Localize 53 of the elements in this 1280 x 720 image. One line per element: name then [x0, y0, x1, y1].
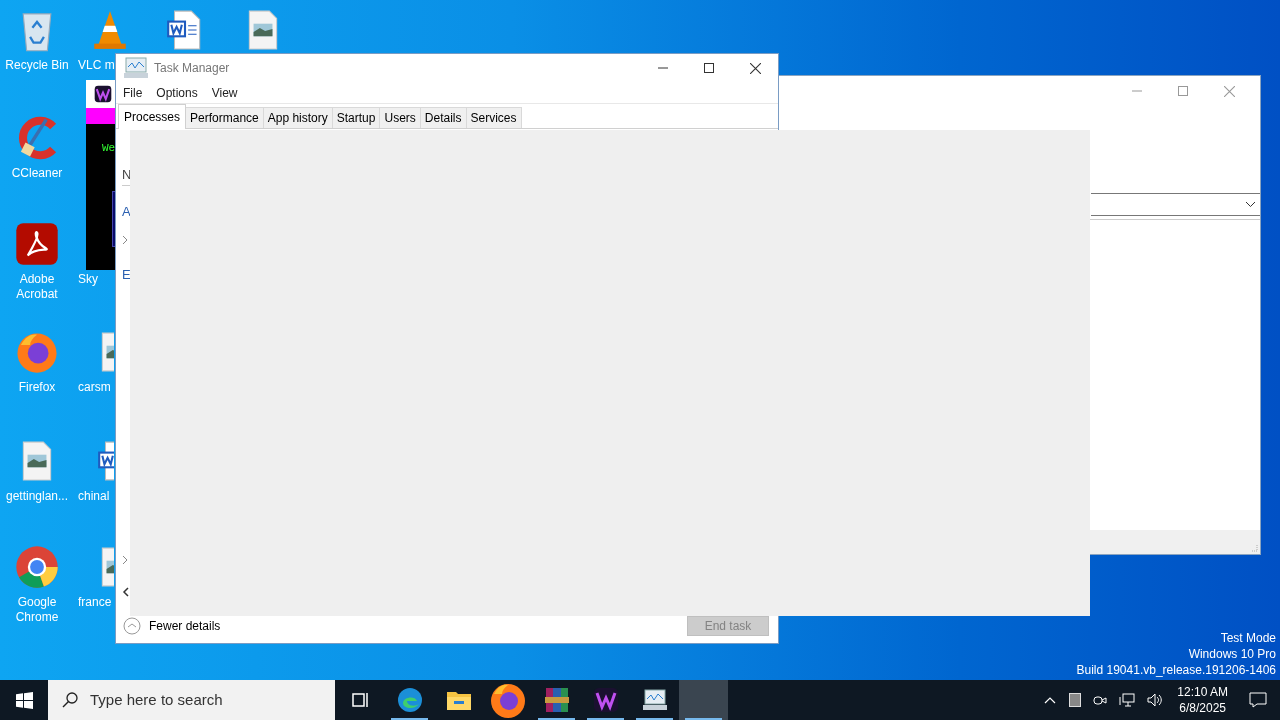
- tab[interactable]: Details: [420, 107, 467, 128]
- scroll-left-icon[interactable]: [122, 586, 129, 597]
- running-indicator: [587, 718, 624, 720]
- group-label: E: [122, 266, 132, 284]
- os-info-text: Build 19041.vb_release.191206-1406: [1076, 662, 1276, 678]
- chevron-down-icon: [1245, 201, 1256, 208]
- edge-logo-icon[interactable]: [396, 687, 423, 713]
- folder-icon[interactable]: [445, 689, 472, 711]
- pdf-logo-icon: [14, 221, 60, 267]
- tab[interactable]: Startup: [332, 107, 381, 128]
- tab[interactable]: Processes: [118, 104, 187, 129]
- w-logo-icon[interactable]: [94, 85, 112, 103]
- tab[interactable]: Users: [380, 107, 421, 128]
- camera-icon[interactable]: [1093, 693, 1108, 707]
- speaker-icon[interactable]: [1147, 693, 1164, 707]
- running-indicator: [685, 718, 722, 720]
- chevron-right-icon: [122, 235, 128, 245]
- maximize-icon: [704, 63, 714, 73]
- close-icon: [749, 62, 761, 74]
- running-indicator: [636, 718, 673, 720]
- os-info-text: Windows 10 Pro: [1188, 646, 1276, 662]
- menu-item[interactable]: View: [206, 83, 243, 102]
- task-manager-icon[interactable]: [641, 688, 668, 712]
- os-info-text: Test Mode: [1220, 630, 1276, 646]
- tab[interactable]: App history: [263, 107, 333, 128]
- search-icon: [62, 692, 78, 708]
- clock[interactable]: 12:10 AM 6/8/2025: [1169, 684, 1236, 716]
- resize-grip-icon: [1250, 544, 1258, 552]
- running-indicator: [391, 718, 428, 720]
- fewer-details-toggle[interactable]: Fewer details: [123, 617, 221, 635]
- console-text: We: [102, 141, 117, 156]
- close-icon: [1223, 85, 1235, 97]
- dropdown-field[interactable]: [1091, 193, 1260, 216]
- running-indicator: [538, 718, 575, 720]
- chevron-right-icon: [122, 554, 128, 565]
- menu-item[interactable]: File: [118, 83, 148, 102]
- task-view-icon[interactable]: [350, 690, 371, 710]
- chrome-logo-icon: [14, 544, 60, 590]
- stacked-books-icon[interactable]: [544, 687, 569, 713]
- windows-logo-icon: [15, 691, 33, 709]
- window-title: Task Manager: [154, 60, 230, 77]
- maximize-icon: [1178, 86, 1188, 96]
- search-field[interactable]: Type here to search: [48, 680, 335, 720]
- menu-item[interactable]: Options: [151, 83, 203, 102]
- search-input[interactable]: Type here to search: [90, 688, 310, 712]
- notification-icon: [1249, 692, 1267, 708]
- tab[interactable]: Performance: [186, 107, 264, 128]
- tab[interactable]: Services: [466, 107, 522, 128]
- grid-square-icon[interactable]: [1069, 693, 1082, 707]
- chevron-up-icon[interactable]: [1044, 696, 1057, 704]
- network-icon[interactable]: [1119, 693, 1136, 707]
- collapse-circle-icon: [123, 617, 141, 635]
- group-label: A: [122, 202, 132, 221]
